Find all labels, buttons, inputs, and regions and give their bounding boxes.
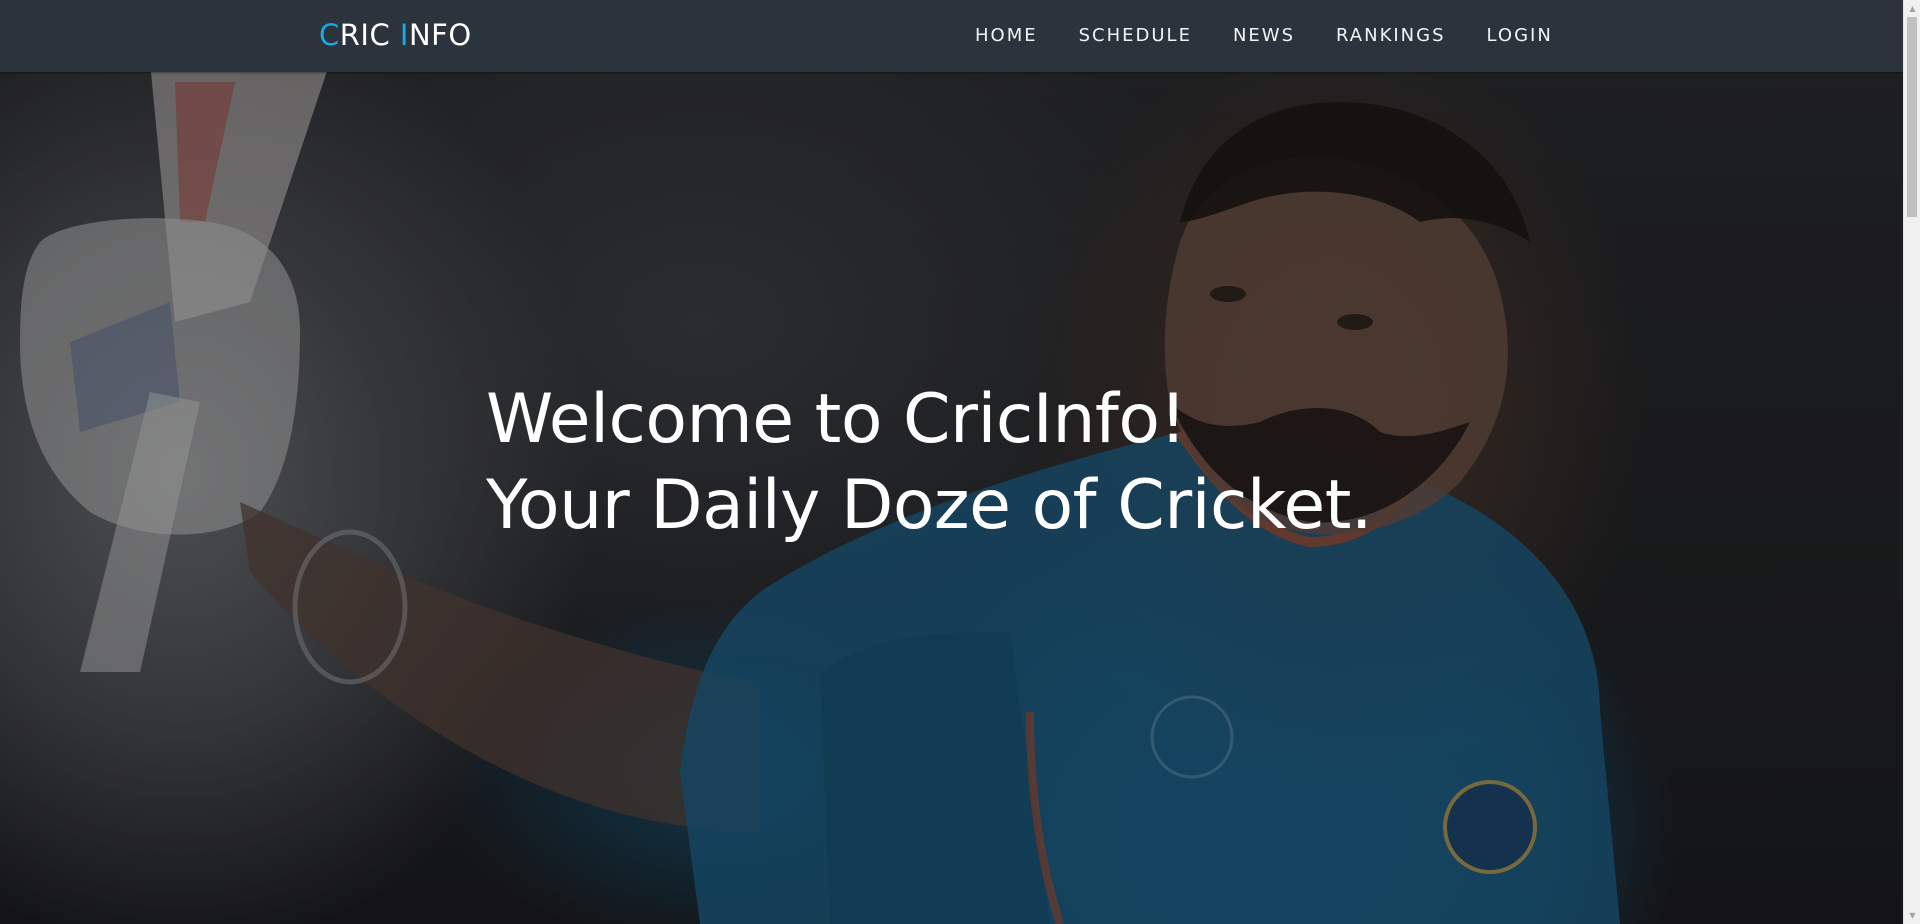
nav-schedule-link[interactable]: SCHEDULE xyxy=(1079,25,1192,46)
main-nav: HOME SCHEDULE NEWS RANKINGS LOGIN xyxy=(975,25,1553,46)
navbar: CRIC INFO HOME SCHEDULE NEWS RANKINGS LO… xyxy=(0,0,1903,72)
triangle-up-icon[interactable]: ▲ xyxy=(1904,0,1920,17)
brand-initial-c: C xyxy=(319,18,340,52)
nav-rankings-link[interactable]: RANKINGS xyxy=(1336,25,1446,46)
vertical-scrollbar[interactable]: ▲ ▼ xyxy=(1903,0,1920,924)
hero-heading-line-1: Welcome to CricInfo! xyxy=(486,380,1187,459)
hero-section: Welcome to CricInfo! Your Daily Doze of … xyxy=(0,72,1903,924)
brand-logo[interactable]: CRIC INFO xyxy=(319,18,472,52)
nav-login-link[interactable]: LOGIN xyxy=(1487,25,1553,46)
nav-home-link[interactable]: HOME xyxy=(975,25,1038,46)
brand-initial-i: I xyxy=(399,18,409,52)
scrollbar-thumb[interactable] xyxy=(1907,17,1917,217)
triangle-down-icon[interactable]: ▼ xyxy=(1904,907,1920,924)
hero-heading: Welcome to CricInfo! Your Daily Doze of … xyxy=(486,377,1373,549)
brand-text-ric: RIC xyxy=(339,18,391,52)
brand-text-nfo: NFO xyxy=(408,18,472,52)
page-viewport: CRIC INFO HOME SCHEDULE NEWS RANKINGS LO… xyxy=(0,0,1903,924)
nav-news-link[interactable]: NEWS xyxy=(1233,25,1295,46)
hero-heading-line-2: Your Daily Doze of Cricket. xyxy=(486,466,1373,545)
